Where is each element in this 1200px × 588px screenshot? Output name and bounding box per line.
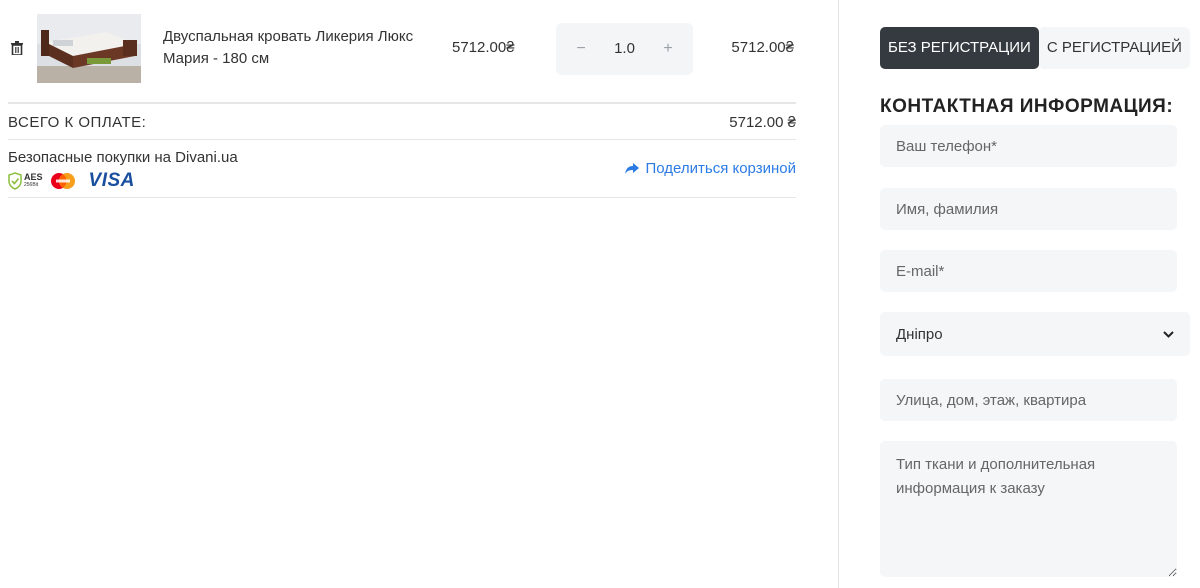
registration-tabs: БЕЗ РЕГИСТРАЦИИ С РЕГИСТРАЦИЕЙ [880, 27, 1190, 69]
share-cart-link[interactable]: Поделиться корзиной [625, 160, 796, 177]
share-cart-label: Поделиться корзиной [645, 160, 796, 177]
chevron-down-icon [1163, 330, 1174, 338]
quantity-value[interactable]: 1.0 [600, 23, 649, 75]
quantity-increase-button[interactable]: + [648, 23, 688, 75]
secure-purchase-row: Безопасные покупки на Divani.ua AES 256B… [8, 140, 796, 198]
name-input[interactable] [880, 188, 1177, 230]
phone-input[interactable] [880, 125, 1177, 167]
share-arrow-icon [625, 162, 640, 175]
city-select[interactable]: Дніпро [880, 312, 1190, 356]
cart: Двуспальная кровать Ликерия Люкс Мария -… [8, 0, 796, 588]
tab-no-registration[interactable]: БЕЗ РЕГИСТРАЦИИ [880, 27, 1039, 69]
street-input[interactable] [880, 379, 1177, 421]
trash-icon[interactable] [10, 40, 24, 56]
total-amount: 5712.00 ₴ [729, 114, 796, 131]
checkout-sidebar: БЕЗ РЕГИСТРАЦИИ С РЕГИСТРАЦИЕЙ КОНТАКТНА… [838, 0, 1200, 588]
line-total: 5712.00₴ [731, 39, 794, 56]
order-notes-textarea[interactable] [880, 441, 1177, 577]
total-label: ВСЕГО К ОПЛАТЕ: [8, 114, 147, 131]
aes-badge: AES 256Bit [24, 173, 43, 189]
cart-item-row: Двуспальная кровать Ликерия Люкс Мария -… [8, 0, 796, 104]
secure-purchase-text: Безопасные покупки на Divani.ua [8, 149, 238, 166]
quantity-decrease-button[interactable]: − [561, 23, 601, 75]
product-image[interactable] [37, 14, 141, 83]
email-input[interactable] [880, 250, 1177, 292]
visa-icon: VISA [88, 170, 135, 191]
mastercard-icon [49, 172, 77, 190]
quantity-stepper: − 1.0 + [556, 23, 693, 75]
payment-badges: AES 256Bit VISA [8, 170, 135, 191]
product-name-link[interactable]: Двуспальная кровать Ликерия Люкс Мария -… [163, 26, 433, 70]
contact-info-title: КОНТАКТНАЯ ИНФОРМАЦИЯ: [880, 96, 1174, 117]
tab-with-registration[interactable]: С РЕГИСТРАЦИЕЙ [1038, 27, 1190, 69]
aes-badge-line2: 256Bit [24, 182, 39, 188]
aes-badge-line1: AES [24, 172, 43, 182]
cart-total-row: ВСЕГО К ОПЛАТЕ: 5712.00 ₴ [8, 104, 796, 140]
unit-price: 5712.00₴ [452, 39, 515, 56]
city-select-value: Дніпро [896, 325, 943, 343]
aes-shield-icon [8, 172, 22, 190]
